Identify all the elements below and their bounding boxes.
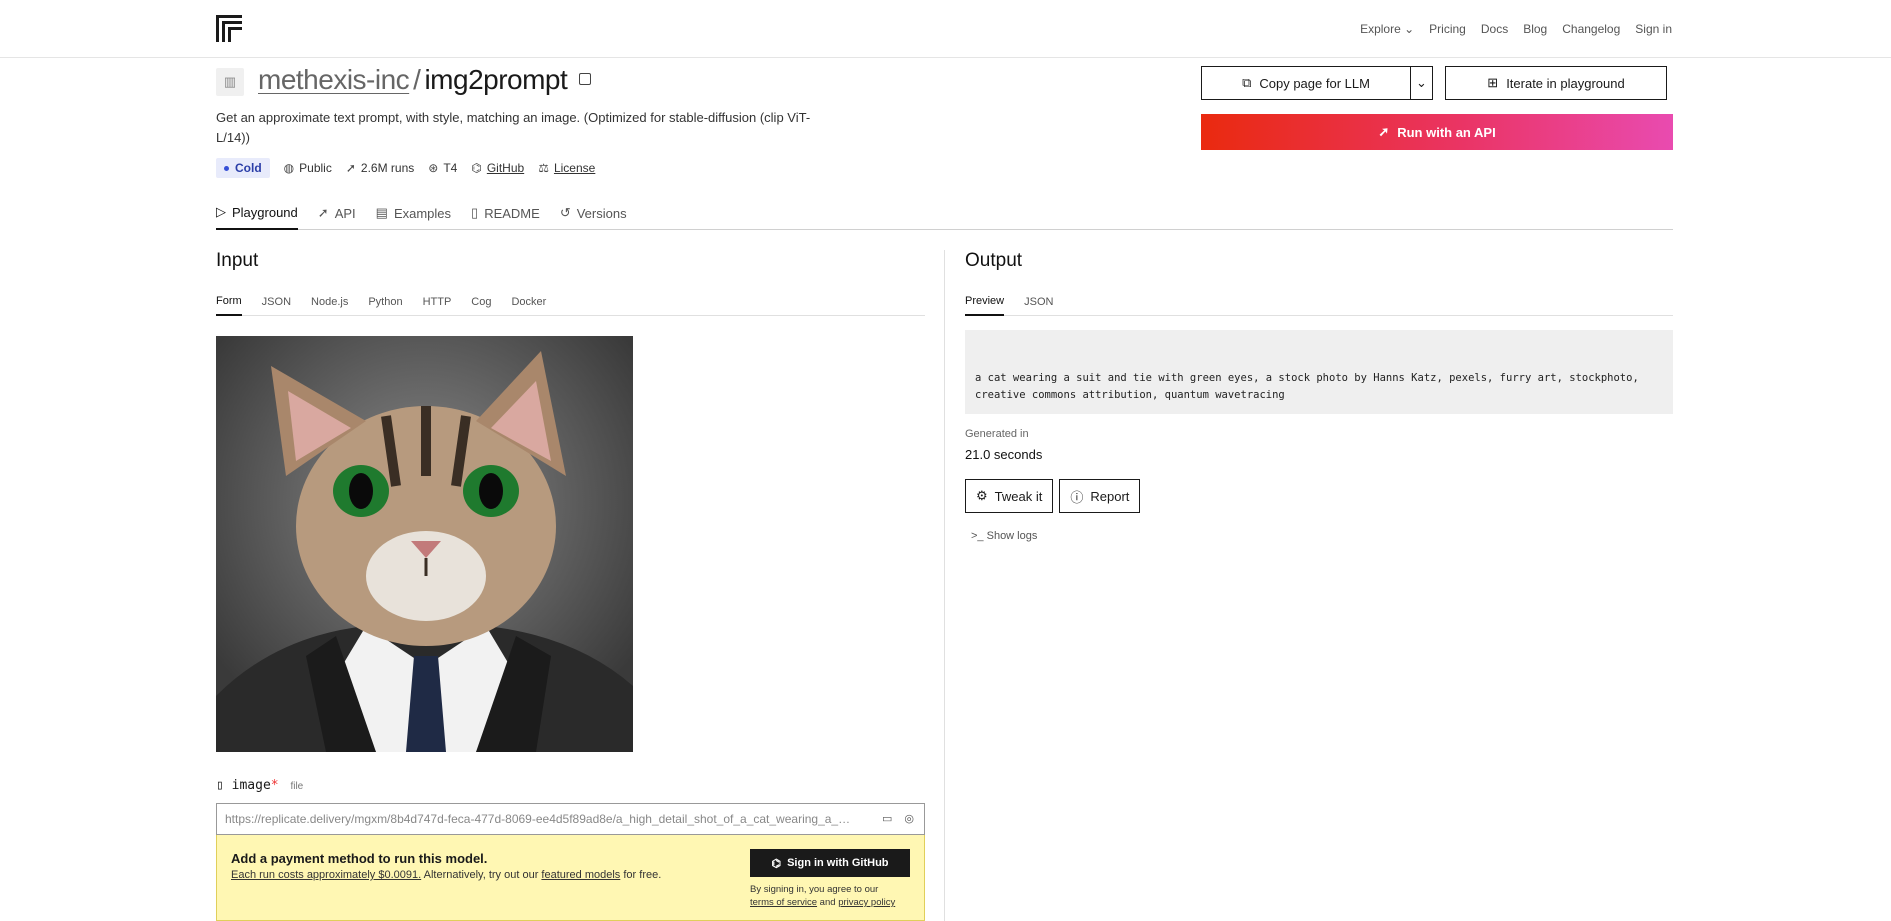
github-icon: ⌬ [471,161,482,175]
copy-page-dropdown[interactable]: ⌄ [1411,66,1433,100]
model-name: img2prompt [424,64,568,95]
model-tabs: ▷ Playground ➚ API ▤ Examples ▯ README ↺ Vers… [216,198,1673,230]
required-marker: * [270,778,279,793]
tab-api[interactable]: ➚ API [318,198,356,230]
cat-in-suit-image [216,351,633,752]
replicate-logo-icon[interactable] [216,15,242,42]
rocket-icon: ➚ [345,161,356,175]
tab-readme[interactable]: ▯ README [471,198,540,230]
subtab-cog[interactable]: Cog [471,288,491,316]
run-with-api-button[interactable]: ➚ Run with an API [1201,114,1673,150]
image-field-label: ▯ image* file [216,778,304,793]
github-link[interactable]: ⌬ GitHub [471,161,524,175]
nav-docs[interactable]: Docs [1481,22,1508,36]
show-logs-toggle[interactable]: >_ Show logs [971,530,1037,542]
status-dot-icon [224,165,229,171]
payment-title: Add a payment method to run this model. [231,851,488,866]
document-icon: ▯ [471,205,479,220]
hardware: ⊛ T4 [428,161,458,175]
copy-icon[interactable] [579,73,592,85]
subtab-form[interactable]: Form [216,288,242,316]
image-url-input[interactable]: https://replicate.delivery/mgxm/8b4d747d… [216,803,925,835]
nav-changelog[interactable]: Changelog [1562,22,1620,36]
input-image-preview [216,336,633,752]
rocket-icon: ➚ [1378,124,1390,139]
license-link[interactable]: ⚖ License [538,161,595,175]
status-badge: Cold [216,158,270,178]
report-button[interactable]: ⓘ Report [1059,479,1141,513]
input-panel: Input Form JSON Node.js Python HTTP Cog … [216,250,925,921]
generated-label: Generated in [965,428,1029,440]
tab-examples[interactable]: ▤ Examples [376,198,451,230]
organization-icon: ▥ [216,68,244,96]
chevron-down-icon: ⌄ [1416,75,1427,90]
payment-notice: Add a payment method to run this model. … [216,835,925,921]
top-nav: Explore ⌄ Pricing Docs Blog Changelog Si… [0,0,1891,58]
output-actions: ⚙ Tweak it ⓘ Report [965,479,1141,513]
file-icon: ▯ [216,778,224,793]
column-divider [944,250,945,921]
globe-icon: ◍ [283,161,295,175]
book-icon: ▤ [375,205,388,220]
privacy-link[interactable]: privacy policy [838,897,895,908]
subtab-output-json[interactable]: JSON [1024,288,1053,316]
iterate-playground-button[interactable]: ⊞ Iterate in playground [1445,66,1667,100]
featured-models-link[interactable]: featured models [541,869,620,881]
output-heading: Output [965,250,1023,271]
history-icon: ↺ [559,205,571,220]
nav-sign-in[interactable]: Sign in [1635,22,1672,36]
generated-time: 21.0 seconds [965,447,1043,462]
input-subtabs: Form JSON Node.js Python HTTP Cog Docker [216,288,925,316]
output-panel: Output Preview JSON a cat wearing a suit… [965,250,1673,542]
output-subtabs: Preview JSON [965,288,1673,316]
folder-icon[interactable]: ▭ [882,812,892,825]
tweak-button[interactable]: ⚙ Tweak it [965,479,1054,513]
nav-links: Explore ⌄ Pricing Docs Blog Changelog Si… [1360,22,1672,36]
payment-text: Each run costs approximately $0.0091. Al… [231,869,662,881]
nav-blog[interactable]: Blog [1523,22,1547,36]
subtab-http[interactable]: HTTP [423,288,452,316]
subtab-json[interactable]: JSON [262,288,291,316]
subtab-docker[interactable]: Docker [511,288,546,316]
page-title: methexis-inc / img2prompt [258,64,592,96]
model-description: Get an approximate text prompt, with sty… [216,110,811,145]
copy-page-button[interactable]: ⧉ Copy page for LLM [1201,66,1411,100]
tab-playground[interactable]: ▷ Playground [216,198,298,230]
tab-versions[interactable]: ↺ Versions [560,198,627,230]
visibility: ◍ Public [283,161,332,175]
sliders-icon: ⚙ [976,488,988,503]
model-actions: ⧉ Copy page for LLM ⌄ ⊞ Iterate in playgro… [1201,66,1673,150]
chevron-down-icon: ⌄ [1404,22,1415,36]
title-separator: / [413,64,421,95]
output-text: a cat wearing a suit and tie with green … [965,330,1673,414]
rocket-icon: ➚ [317,205,329,220]
grid-icon: ⊞ [1487,75,1499,90]
model-meta: Cold ◍ Public ➚ 2.6M runs ⊛ T4 ⌬ GitHub ⚖ Lic… [216,158,595,178]
nav-pricing[interactable]: Pricing [1429,22,1466,36]
run-count: ➚ 2.6M runs [345,161,415,175]
org-link[interactable]: methexis-inc [258,64,410,95]
copy-icon: ⧉ [1242,75,1252,90]
terminal-icon: >_ [971,530,984,542]
subtab-preview[interactable]: Preview [965,288,1005,316]
alert-icon: ⓘ [1070,489,1084,505]
camera-icon[interactable]: ◎ [904,812,914,825]
chip-icon: ⊛ [428,161,439,175]
subtab-python[interactable]: Python [368,288,402,316]
terms-notice: By signing in, you agree to our terms of… [750,884,896,908]
sign-in-github-button[interactable]: ⌬ Sign in with GitHub [750,849,910,877]
copy-page-group: ⧉ Copy page for LLM ⌄ [1201,66,1433,100]
field-type: file [290,781,304,792]
subtab-nodejs[interactable]: Node.js [311,288,348,316]
input-icon-group: ▭ ◎ [882,812,914,825]
scale-icon: ⚖ [538,161,549,175]
input-heading: Input [216,250,259,271]
github-icon: ⌬ [771,857,782,870]
terms-link[interactable]: terms of service [750,897,817,908]
cost-link[interactable]: Each run costs approximately $0.0091. [231,869,421,881]
play-icon: ▷ [216,204,226,219]
nav-explore[interactable]: Explore ⌄ [1360,22,1414,36]
